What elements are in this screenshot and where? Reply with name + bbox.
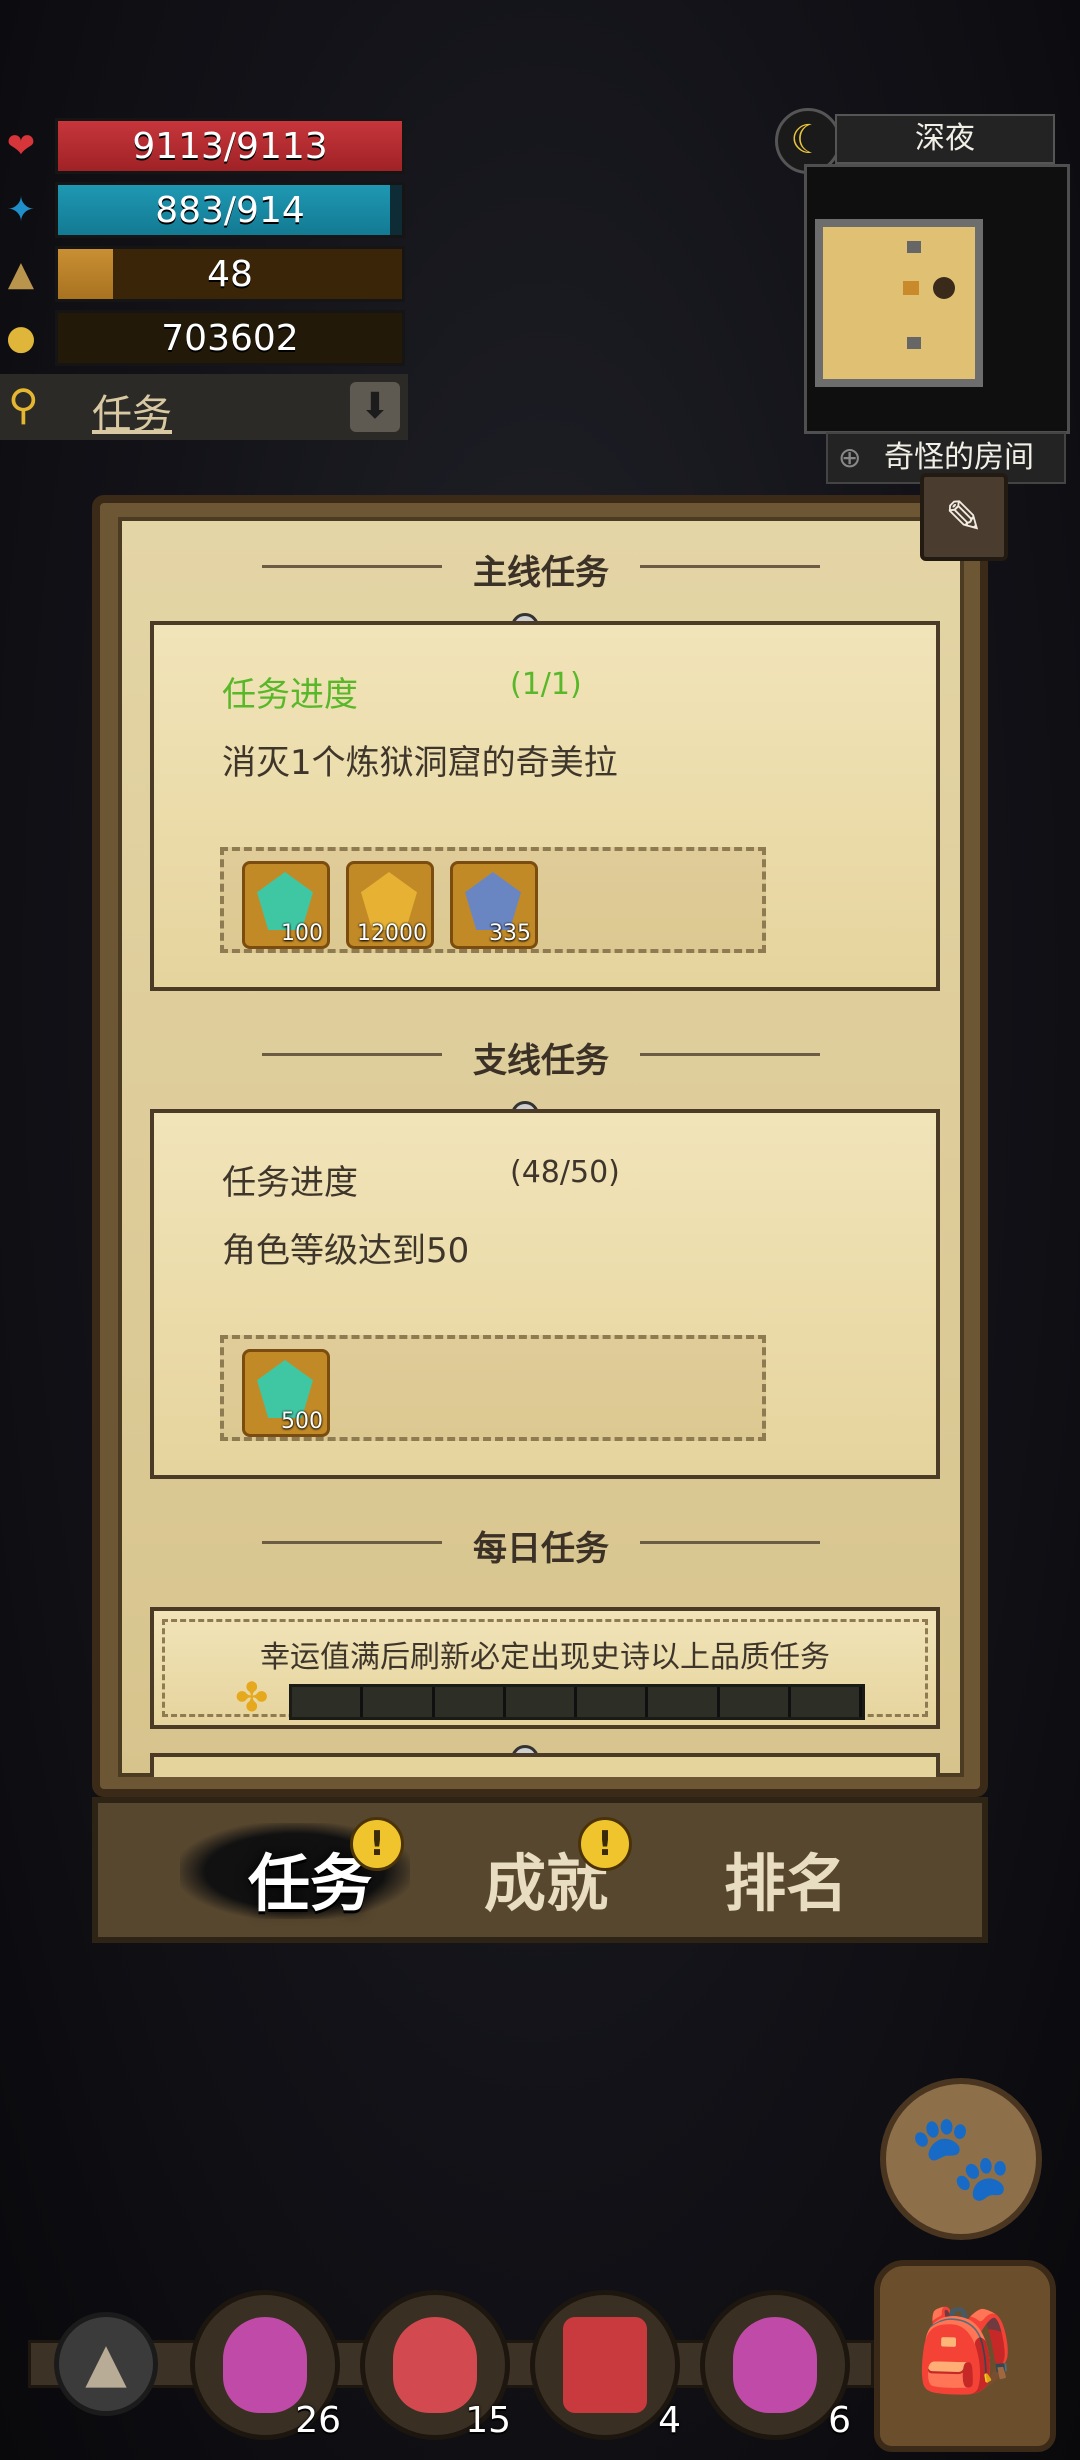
gold-bar: 703602 bbox=[55, 310, 405, 366]
mana-icon: ✦ bbox=[6, 190, 36, 230]
backpack-button[interactable]: 🎒 bbox=[874, 2260, 1056, 2452]
luck-segment bbox=[648, 1687, 720, 1717]
main-quest-card[interactable]: 任务进度 (1/1) 消灭1个炼狱洞窟的奇美拉 100 12000 335 bbox=[150, 621, 940, 991]
gold-coins-icon: ● bbox=[6, 318, 36, 358]
main-quest-description: 消灭1个炼狱洞窟的奇美拉 bbox=[222, 743, 618, 783]
minimap-door-icon bbox=[907, 241, 921, 253]
main-quest-progress-count: (1/1) bbox=[510, 667, 582, 702]
daily-quest-title: 每日任务 bbox=[122, 1521, 960, 1570]
tab-quests-alert-badge: ! bbox=[350, 1817, 404, 1871]
daily-luck-hint: 幸运值满后刷新必定出现史诗以上品质任务 bbox=[260, 1640, 830, 1675]
luck-segment bbox=[292, 1687, 364, 1717]
reward-qty: 100 bbox=[281, 921, 323, 946]
gold-value: 703602 bbox=[161, 317, 299, 359]
level-icon: ▲ bbox=[7, 254, 35, 294]
reward-qty: 500 bbox=[281, 1409, 323, 1434]
side-quest-progress-count: (48/50) bbox=[510, 1155, 620, 1190]
luck-segment bbox=[577, 1687, 649, 1717]
minimap-player-icon bbox=[933, 277, 955, 299]
reward-qty: 12000 bbox=[357, 921, 427, 946]
expand-up-button[interactable]: ▲ bbox=[54, 2312, 158, 2416]
mp-bar: 883/914 bbox=[55, 182, 405, 238]
side-quest-card[interactable]: 任务进度 (48/50) 角色等级达到50 500 bbox=[150, 1109, 940, 1479]
main-quest-rewards: 100 12000 335 bbox=[220, 847, 766, 953]
time-label: 深夜 bbox=[835, 114, 1055, 164]
xp-bar: 48 bbox=[55, 246, 405, 302]
level-value: 48 bbox=[207, 253, 253, 295]
zoom-icon: ⊕ bbox=[838, 441, 862, 474]
magnifier-icon: ⚲ bbox=[8, 380, 39, 429]
slot-count: 6 bbox=[828, 2400, 851, 2441]
slot-count: 15 bbox=[465, 2400, 511, 2441]
daily-luck-frame: 幸运值满后刷新必定出现史诗以上品质任务 ✤ bbox=[162, 1619, 928, 1721]
minimap-room bbox=[815, 219, 983, 387]
slot-count: 26 bbox=[295, 2400, 341, 2441]
mp-value: 883/914 bbox=[155, 189, 305, 231]
purple-potion-icon bbox=[733, 2317, 817, 2413]
luck-segment bbox=[435, 1687, 506, 1717]
clover-icon: ✤ bbox=[235, 1675, 269, 1721]
luck-segment bbox=[363, 1687, 435, 1717]
quickbar-slot-2[interactable]: 15 bbox=[360, 2290, 511, 2441]
main-quest-progress-label: 任务进度 bbox=[222, 675, 358, 715]
daily-luck-card: 幸运值满后刷新必定出现史诗以上品质任务 ✤ bbox=[150, 1607, 940, 1729]
reward-green-crystal[interactable]: 100 bbox=[242, 861, 330, 949]
reward-green-crystal[interactable]: 500 bbox=[242, 1349, 330, 1437]
hp-bar: 9113/9113 bbox=[55, 118, 405, 174]
red-scroll-icon bbox=[563, 2317, 647, 2413]
side-quest-title: 支线任务 bbox=[122, 1033, 960, 1082]
pet-paw-button[interactable]: 🐾 bbox=[880, 2078, 1042, 2240]
side-quest-progress-label: 任务进度 bbox=[222, 1163, 358, 1203]
luck-segment bbox=[720, 1687, 791, 1717]
quickbar-slot-1[interactable]: 26 bbox=[190, 2290, 341, 2441]
quickbar-slot-4[interactable]: 6 bbox=[700, 2290, 851, 2441]
side-quest-rewards: 500 bbox=[220, 1335, 766, 1441]
next-quest-card-edge bbox=[150, 1753, 940, 1777]
quest-search-label[interactable]: 任务 bbox=[92, 382, 172, 440]
minimap-chest-icon bbox=[903, 281, 919, 295]
quest-parchment: 主线任务 任务进度 (1/1) 消灭1个炼狱洞窟的奇美拉 100 12000 3… bbox=[118, 517, 964, 1777]
minimap-door-icon bbox=[907, 337, 921, 349]
quickbar-slot-3[interactable]: 4 bbox=[530, 2290, 681, 2441]
reward-blue-ore[interactable]: 335 bbox=[450, 861, 538, 949]
quest-panel: 主线任务 任务进度 (1/1) 消灭1个炼狱洞窟的奇美拉 100 12000 3… bbox=[92, 495, 988, 1797]
slot-count: 4 bbox=[658, 2400, 681, 2441]
luck-progress-bar bbox=[289, 1684, 865, 1720]
download-arrow-button[interactable]: ⬇ bbox=[350, 382, 400, 432]
heart-icon: ❤ bbox=[6, 126, 36, 166]
minimap[interactable] bbox=[804, 164, 1070, 434]
tab-ranking[interactable]: 排名 bbox=[724, 1833, 848, 1923]
red-potion-icon bbox=[393, 2317, 477, 2413]
tab-achievements-alert-badge: ! bbox=[578, 1817, 632, 1871]
quest-tabs: 任务 ! 成就 ! 排名 bbox=[92, 1797, 988, 1943]
reward-gold-ore[interactable]: 12000 bbox=[346, 861, 434, 949]
quest-search-row[interactable]: ⚲ 任务 ⬇ bbox=[0, 374, 408, 440]
time-of-day: ☾ 深夜 bbox=[775, 108, 1065, 174]
reward-qty: 335 bbox=[489, 921, 531, 946]
edit-brush-button[interactable]: ✎ bbox=[920, 473, 1008, 561]
main-quest-title: 主线任务 bbox=[122, 545, 960, 594]
luck-segment bbox=[791, 1687, 862, 1717]
hp-value: 9113/9113 bbox=[132, 125, 328, 167]
purple-potion-icon bbox=[223, 2317, 307, 2413]
luck-segment bbox=[506, 1687, 577, 1717]
side-quest-description: 角色等级达到50 bbox=[222, 1231, 470, 1271]
